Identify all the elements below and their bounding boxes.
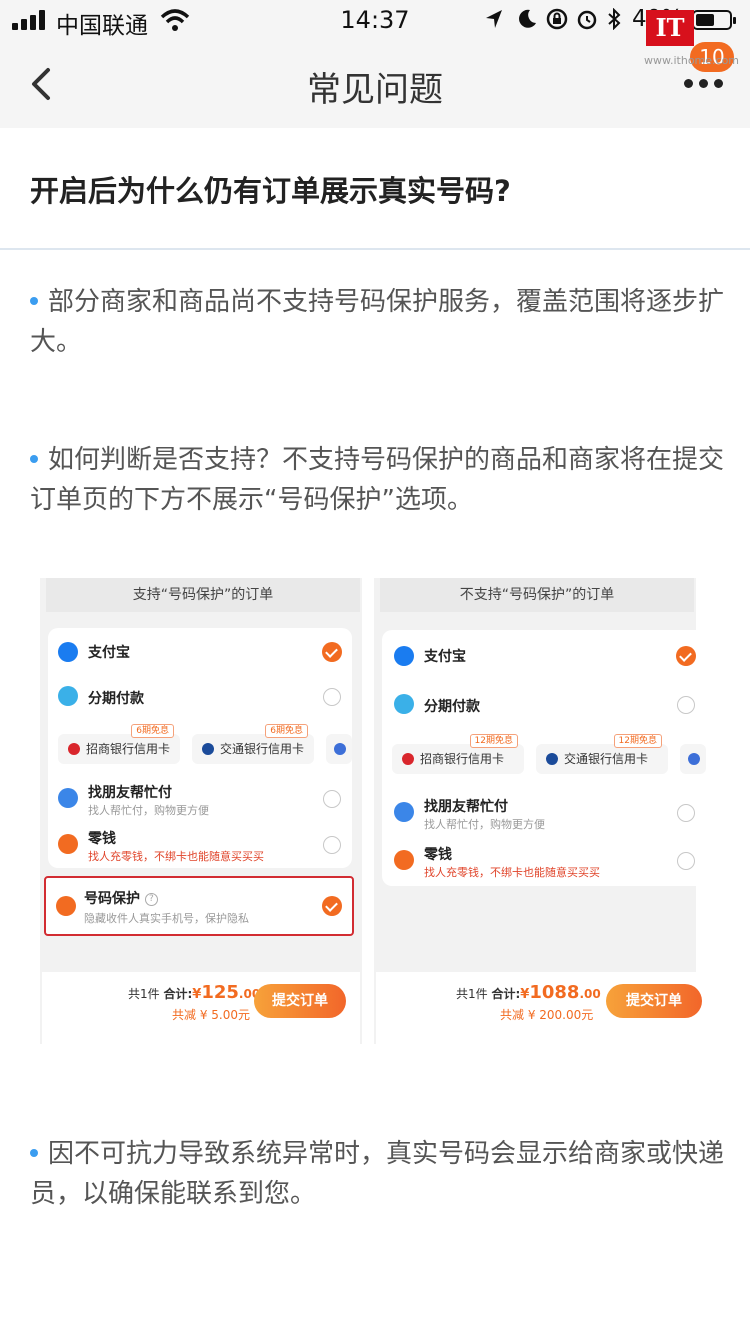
- paragraph-text: 部分商家和商品尚不支持号码保护服务，覆盖范围将逐步扩大。: [30, 287, 725, 357]
- faq-paragraph-1: 部分商家和商品尚不支持号码保护服务，覆盖范围将逐步扩大。: [30, 282, 726, 362]
- cmb-icon: [68, 743, 80, 755]
- alarm-icon: [577, 10, 597, 30]
- bank-chip-1[interactable]: 招商银行信用卡 12期免息: [392, 734, 524, 774]
- change-sub: 找人充零钱，不绑卡也能随意买买买: [88, 850, 264, 863]
- bank-icon: [688, 753, 700, 765]
- alipay-checked-icon[interactable]: [322, 642, 342, 662]
- example-supported-order: 支持“号码保护”的订单 支付宝 分期付款 招商银行信用卡 6期免息 交通银行信用…: [40, 578, 362, 1044]
- help-icon[interactable]: ?: [144, 892, 158, 906]
- paragraph-text: 如何判断是否支持？不支持号码保护的商品和商家将在提交订单页的下方不展示“号码保护…: [30, 445, 725, 515]
- divider: [0, 248, 750, 250]
- top-bar: 中国联通 14:37 40% 常见问题 IT 10 www.ithome.com: [0, 0, 750, 128]
- payment-card: 支付宝 分期付款 招商银行信用卡 12期免息 交通银行信用卡 12期免息 找朋友…: [382, 630, 706, 886]
- installment-icon: [394, 694, 414, 714]
- number-protection-label: 号码保护 ?: [84, 888, 158, 908]
- friend-pay-sub: 找人帮忙付，购物更方便: [88, 804, 209, 817]
- alipay-label: 支付宝: [88, 645, 130, 661]
- bocom-icon: [202, 743, 214, 755]
- interest-free-badge: 6期免息: [265, 724, 308, 738]
- interest-free-badge: 6期免息: [131, 724, 174, 738]
- bank-chip-3[interactable]: [680, 744, 706, 774]
- bluetooth-icon: [608, 8, 621, 30]
- alipay-icon: [58, 642, 78, 662]
- installment-icon: [58, 686, 78, 706]
- faq-paragraph-3: 因不可抗力导致系统异常时，真实号码会显示给商家或快递员，以确保能联系到您。: [30, 1134, 726, 1214]
- order-footer: 共1件 合计:¥125.00 共减 ¥ 5.00元 提交订单: [42, 972, 360, 1044]
- wallet-icon: [58, 834, 78, 854]
- bank-name: 交通银行信用卡: [220, 742, 305, 756]
- faq-paragraph-2: 如何判断是否支持？不支持号码保护的商品和商家将在提交订单页的下方不展示“号码保护…: [30, 440, 726, 520]
- watermark-logo: IT: [646, 10, 694, 46]
- number-protection-highlight: 号码保护 ? 隐藏收件人真实手机号，保护隐私: [44, 876, 354, 936]
- submit-order-button[interactable]: 提交订单: [254, 984, 346, 1018]
- interest-free-badge: 12期免息: [469, 734, 518, 748]
- friend-pay-radio[interactable]: [323, 790, 341, 808]
- order-total: 共1件 合计:¥125.00: [128, 982, 261, 1003]
- friend-pay-icon: [58, 788, 78, 808]
- bocom-icon: [546, 753, 558, 765]
- faq-question: 开启后为什么仍有订单展示真实号码?: [30, 174, 511, 208]
- friend-pay-label: 找朋友帮忙付: [88, 785, 172, 801]
- friend-pay-label: 找朋友帮忙付: [424, 799, 508, 815]
- friend-pay-radio[interactable]: [677, 804, 695, 822]
- change-radio[interactable]: [323, 836, 341, 854]
- example-unsupported-order: 不支持“号码保护”的订单 支付宝 分期付款 招商银行信用卡 12期免息 交通银行…: [374, 578, 710, 1044]
- payment-card: 支付宝 分期付款 招商银行信用卡 6期免息 交通银行信用卡 6期免息 找朋友帮忙…: [48, 628, 352, 868]
- number-protection-icon: [56, 896, 76, 916]
- location-icon: [486, 10, 502, 28]
- number-protection-checked-icon[interactable]: [322, 896, 342, 916]
- installment-label: 分期付款: [88, 691, 144, 707]
- order-saving: 共减 ¥ 5.00元: [172, 1008, 250, 1022]
- rotation-lock-icon: [546, 8, 568, 30]
- change-label: 零钱: [88, 831, 116, 847]
- bank-chip-2[interactable]: 交通银行信用卡 12期免息: [536, 734, 668, 774]
- cmb-icon: [402, 753, 414, 765]
- order-saving: 共减 ¥ 200.00元: [500, 1008, 594, 1022]
- status-bar: 中国联通 14:37 40%: [0, 0, 750, 40]
- wallet-icon: [394, 850, 414, 870]
- panel-header: 支持“号码保护”的订单: [46, 578, 360, 612]
- bank-name: 交通银行信用卡: [564, 752, 649, 766]
- moon-icon: [519, 9, 536, 28]
- friend-pay-sub: 找人帮忙付，购物更方便: [424, 818, 545, 831]
- bullet-icon: [30, 1148, 38, 1157]
- battery-icon: [692, 10, 736, 30]
- page-title: 常见问题: [307, 70, 443, 110]
- more-icon[interactable]: [682, 76, 726, 90]
- bank-chip-3[interactable]: [326, 734, 352, 764]
- friend-pay-icon: [394, 802, 414, 822]
- paragraph-text: 因不可抗力导致系统异常时，真实号码会显示给商家或快递员，以确保能联系到您。: [30, 1139, 725, 1209]
- alipay-icon: [394, 646, 414, 666]
- change-label: 零钱: [424, 847, 452, 863]
- bullet-icon: [30, 454, 38, 463]
- order-footer: 共1件 合计:¥1088.00 共减 ¥ 200.00元 提交订单: [376, 972, 710, 1044]
- order-total: 共1件 合计:¥1088.00: [456, 982, 601, 1003]
- bank-name: 招商银行信用卡: [86, 742, 171, 756]
- bank-icon: [334, 743, 346, 755]
- alipay-label: 支付宝: [424, 649, 466, 665]
- change-radio[interactable]: [677, 852, 695, 870]
- installment-radio[interactable]: [677, 696, 695, 714]
- bank-chip-1[interactable]: 招商银行信用卡 6期免息: [58, 724, 180, 764]
- interest-free-badge: 12期免息: [613, 734, 662, 748]
- watermark-url: www.ithome.com: [644, 54, 740, 67]
- installment-radio[interactable]: [323, 688, 341, 706]
- number-protection-sub: 隐藏收件人真实手机号，保护隐私: [84, 912, 249, 925]
- bank-name: 招商银行信用卡: [420, 752, 505, 766]
- alipay-checked-icon[interactable]: [676, 646, 696, 666]
- bank-chip-2[interactable]: 交通银行信用卡 6期免息: [192, 724, 314, 764]
- installment-label: 分期付款: [424, 699, 480, 715]
- panel-header: 不支持“号码保护”的订单: [380, 578, 694, 612]
- submit-order-button[interactable]: 提交订单: [606, 984, 702, 1018]
- change-sub: 找人充零钱，不绑卡也能随意买买买: [424, 866, 600, 879]
- bullet-icon: [30, 296, 38, 305]
